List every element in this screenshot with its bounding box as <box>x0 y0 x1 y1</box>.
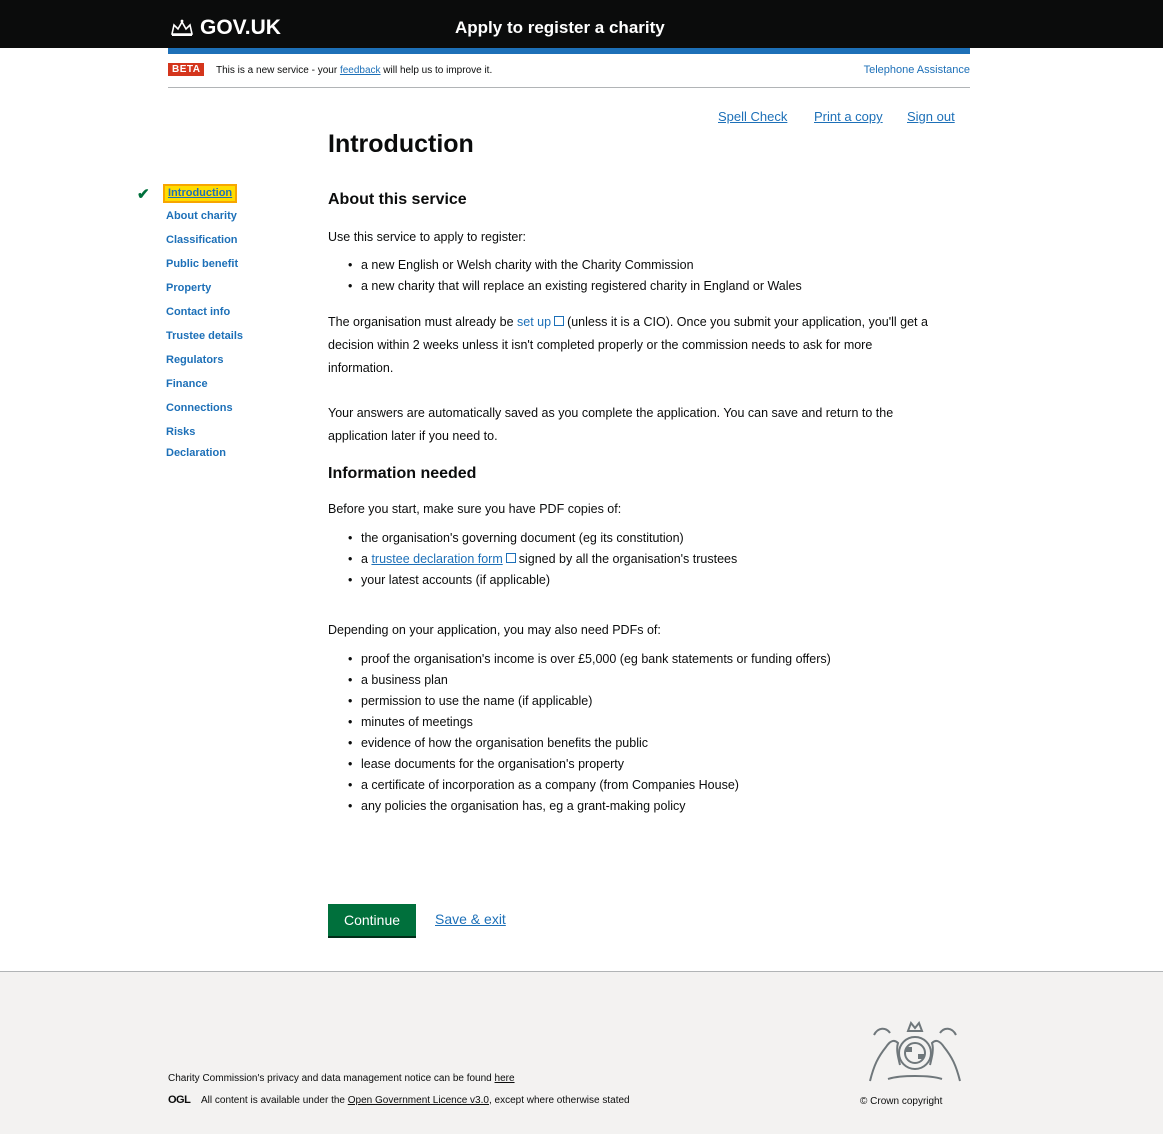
licence-text-after: , except where otherwise stated <box>488 1095 630 1106</box>
sidebar-item-trustee-details[interactable]: Trustee details <box>166 330 243 342</box>
intro-text: Use this service to apply to register: <box>328 230 526 244</box>
print-copy-link[interactable]: Print a copy <box>814 109 883 124</box>
organisation-paragraph: The organisation must already be set up(… <box>328 311 938 380</box>
set-up-link[interactable]: set up <box>517 315 551 329</box>
extra-pdf-list: proof the organisation's income is over … <box>348 649 908 817</box>
sidebar-item-contact-info[interactable]: Contact info <box>166 306 230 318</box>
sidebar-item-regulators[interactable]: Regulators <box>166 354 223 366</box>
list-item: lease documents for the organisation's p… <box>348 754 908 775</box>
site-header: GOV.UK Apply to register a charity <box>0 0 1163 48</box>
header-underline <box>168 48 970 54</box>
sidebar-item-risks[interactable]: Risks <box>166 426 195 438</box>
telephone-assistance-link[interactable]: Telephone Assistance <box>864 64 970 76</box>
about-heading: About this service <box>328 191 467 208</box>
external-link-icon <box>505 553 516 563</box>
privacy-notice-text: Charity Commission's privacy and data ma… <box>168 1073 515 1084</box>
ogl-logo-icon: OGL <box>168 1094 191 1106</box>
save-exit-link[interactable]: Save & exit <box>435 911 506 927</box>
sign-out-link[interactable]: Sign out <box>907 109 955 124</box>
open-government-licence-link[interactable]: Open Government Licence v3.0 <box>348 1095 489 1106</box>
sidebar-item-classification[interactable]: Classification <box>166 234 238 246</box>
pdf-item-2-suffix: signed by all the organisation's trustee… <box>518 552 738 566</box>
list-item: minutes of meetings <box>348 712 908 733</box>
before-start-text: Before you start, make sure you have PDF… <box>328 502 622 516</box>
list-item: the organisation's governing document (e… <box>348 528 908 549</box>
phase-text-before: This is a new service - your <box>216 65 340 76</box>
govuk-logo-link[interactable]: GOV.UK <box>170 16 281 40</box>
depending-text: Depending on your application, you may a… <box>328 623 661 637</box>
check-icon: ✔ <box>137 186 150 203</box>
phase-text-after: will help us to improve it. <box>380 65 493 76</box>
external-link-icon <box>554 316 565 326</box>
royal-coat-of-arms-icon <box>869 1021 961 1082</box>
sidebar-item-public-benefit[interactable]: Public benefit <box>166 258 238 270</box>
list-item: a business plan <box>348 670 908 691</box>
phase-text: This is a new service - your feedback wi… <box>216 65 492 76</box>
list-item: permission to use the name (if applicabl… <box>348 691 908 712</box>
information-needed-heading: Information needed <box>328 465 477 482</box>
privacy-here-link[interactable]: here <box>495 1073 515 1084</box>
crown-icon <box>171 19 193 36</box>
sidebar-item-declaration[interactable]: Declaration <box>166 447 226 459</box>
org-text-before: The organisation must already be <box>328 315 517 329</box>
list-item: your latest accounts (if applicable) <box>348 570 908 591</box>
trustee-declaration-form-link[interactable]: trustee declaration form <box>371 552 502 566</box>
sidebar-item-connections[interactable]: Connections <box>166 402 233 414</box>
phase-banner: BETA This is a new service - your feedba… <box>168 60 970 88</box>
list-item: any policies the organisation has, eg a … <box>348 796 908 817</box>
pdf-item-2-prefix: a <box>361 552 372 566</box>
page-title: Introduction <box>328 130 474 158</box>
saved-paragraph: Your answers are automatically saved as … <box>328 406 894 443</box>
continue-button[interactable]: Continue <box>328 904 416 936</box>
beta-tag: BETA <box>168 63 205 76</box>
site-footer: Charity Commission's privacy and data ma… <box>0 971 1163 1134</box>
sidebar-item-finance[interactable]: Finance <box>166 378 208 390</box>
list-item: evidence of how the organisation benefit… <box>348 733 908 754</box>
privacy-text: Charity Commission's privacy and data ma… <box>168 1073 495 1084</box>
list-item: a trustee declaration form signed by all … <box>348 549 908 570</box>
feedback-link[interactable]: feedback <box>340 65 381 76</box>
register-list: a new English or Welsh charity with the … <box>348 255 908 297</box>
sidebar-item-about-charity[interactable]: About charity <box>166 210 237 222</box>
crown-copyright-link[interactable]: © Crown copyright <box>860 1096 942 1107</box>
service-name-link[interactable]: Apply to register a charity <box>455 18 665 38</box>
pdf-list: the organisation's governing document (e… <box>348 528 908 591</box>
list-item: a new English or Welsh charity with the … <box>348 255 908 276</box>
list-item: a certificate of incorporation as a comp… <box>348 775 908 796</box>
licence-text: All content is available under the Open … <box>201 1095 630 1106</box>
list-item: a new charity that will replace an exist… <box>348 276 908 297</box>
licence-text-before: All content is available under the <box>201 1095 348 1106</box>
sidebar-item-property[interactable]: Property <box>166 282 211 294</box>
list-item: proof the organisation's income is over … <box>348 649 908 670</box>
sidebar-item-introduction[interactable]: Introduction <box>162 184 238 203</box>
spell-check-link[interactable]: Spell Check <box>718 109 787 124</box>
logo-text: GOV.UK <box>200 16 281 39</box>
